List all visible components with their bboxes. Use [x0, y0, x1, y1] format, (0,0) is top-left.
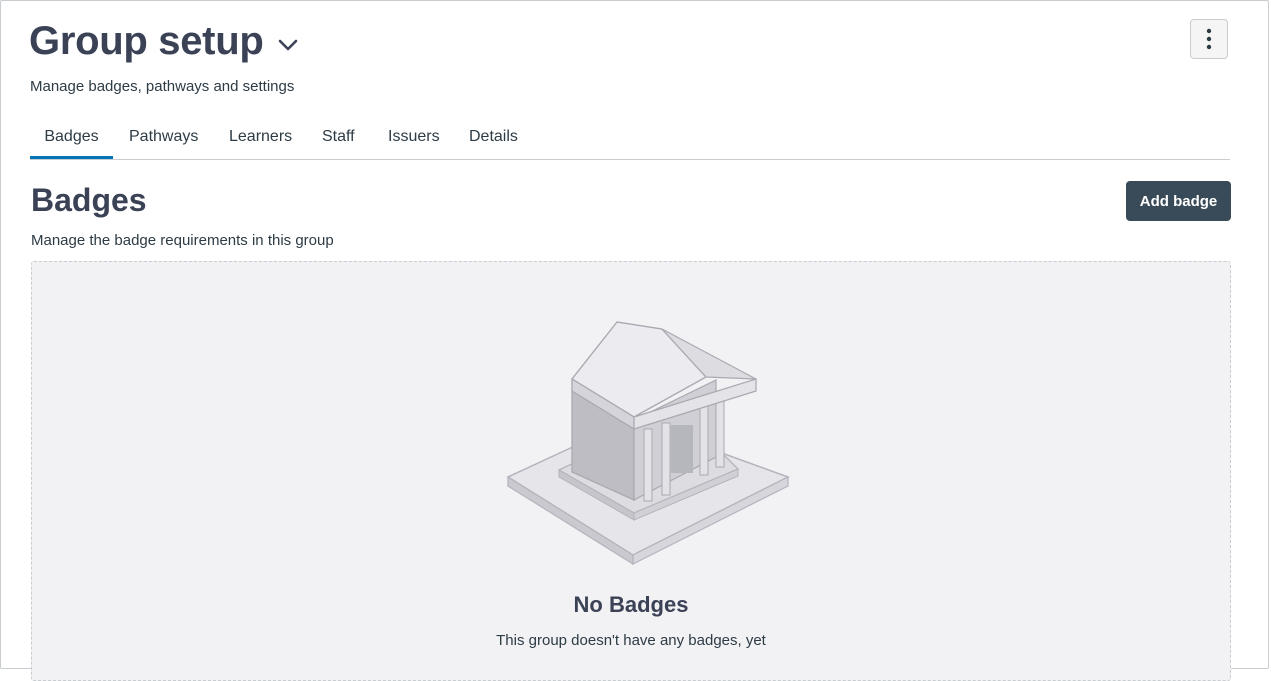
kebab-menu-icon	[1206, 28, 1212, 50]
add-badge-button[interactable]: Add badge	[1126, 181, 1231, 221]
tab-details[interactable]: Details	[469, 119, 518, 157]
page-title-row: Group setup	[29, 19, 299, 64]
empty-state-panel: No Badges This group doesn't have any ba…	[31, 261, 1231, 681]
tab-pathways[interactable]: Pathways	[129, 119, 198, 157]
app-frame: Group setup Manage badges, pathways and …	[0, 0, 1269, 681]
page-title: Group setup	[29, 19, 264, 63]
tab-badges[interactable]: Badges	[30, 119, 113, 159]
section-subtitle: Manage the badge requirements in this gr…	[31, 232, 334, 249]
empty-state-title: No Badges	[573, 592, 689, 617]
empty-state-message: This group doesn't have any badges, yet	[496, 632, 766, 649]
tab-issuers[interactable]: Issuers	[388, 119, 440, 157]
building-icon	[506, 321, 790, 566]
tab-learners[interactable]: Learners	[229, 119, 292, 157]
tab-staff[interactable]: Staff	[322, 119, 355, 157]
chevron-down-icon[interactable]	[277, 34, 299, 56]
tab-bar: Badges Pathways Learners Staff Issuers D…	[30, 119, 1230, 160]
options-menu-button[interactable]	[1190, 19, 1228, 59]
page-subtitle: Manage badges, pathways and settings	[30, 78, 295, 95]
section-title: Badges	[31, 182, 147, 218]
